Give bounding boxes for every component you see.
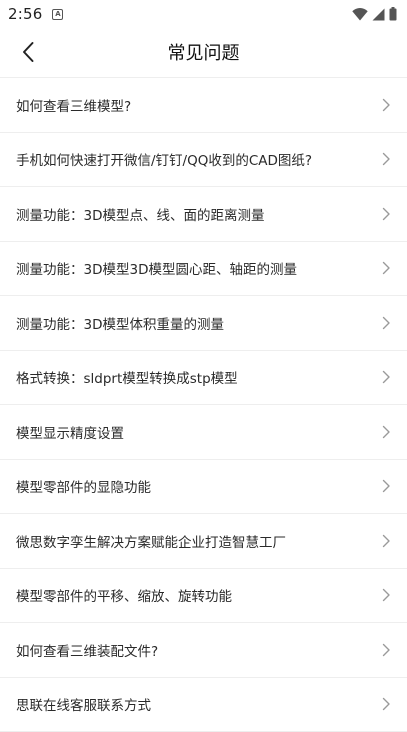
- wifi-icon: [352, 8, 368, 21]
- chevron-right-icon: [381, 643, 391, 657]
- header: 常见问题: [0, 28, 407, 76]
- faq-item-label: 测量功能：3D模型点、线、面的距离测量: [16, 204, 373, 224]
- faq-item[interactable]: 思联在线客服联系方式: [0, 678, 407, 732]
- chevron-right-icon: [381, 370, 391, 384]
- faq-item[interactable]: 格式转换：sldprt模型转换成stp模型: [0, 351, 407, 406]
- faq-item-label: 如何查看三维模型?: [16, 95, 373, 115]
- chevron-right-icon: [381, 425, 391, 439]
- faq-item[interactable]: 如何查看三维模型?: [0, 78, 407, 133]
- signal-icon: [372, 8, 385, 21]
- faq-item-label: 思联在线客服联系方式: [16, 694, 373, 714]
- faq-item[interactable]: 微思数字孪生解决方案赋能企业打造智慧工厂: [0, 514, 407, 569]
- faq-item[interactable]: 模型显示精度设置: [0, 405, 407, 460]
- status-icons: [352, 7, 397, 21]
- faq-item[interactable]: 手机如何快速打开微信/钉钉/QQ收到的CAD图纸?: [0, 133, 407, 188]
- battery-icon: [389, 7, 397, 21]
- faq-item[interactable]: 测量功能：3D模型点、线、面的距离测量: [0, 187, 407, 242]
- chevron-right-icon: [381, 534, 391, 548]
- chevron-right-icon: [381, 98, 391, 112]
- chevron-right-icon: [381, 261, 391, 275]
- faq-item-label: 模型显示精度设置: [16, 422, 373, 442]
- back-button[interactable]: [10, 34, 46, 70]
- chevron-right-icon: [381, 152, 391, 166]
- status-time: 2:56: [8, 5, 42, 23]
- faq-item-label: 手机如何快速打开微信/钉钉/QQ收到的CAD图纸?: [16, 149, 373, 169]
- status-bar: 2:56 A: [0, 0, 407, 28]
- faq-item[interactable]: 如何查看三维装配文件?: [0, 623, 407, 678]
- faq-item[interactable]: 测量功能：3D模型体积重量的测量: [0, 296, 407, 351]
- faq-item-label: 模型零部件的平移、缩放、旋转功能: [16, 585, 373, 605]
- faq-item[interactable]: 模型零部件的平移、缩放、旋转功能: [0, 569, 407, 624]
- faq-list: 如何查看三维模型? 手机如何快速打开微信/钉钉/QQ收到的CAD图纸? 测量功能…: [0, 77, 407, 732]
- page-title: 常见问题: [168, 39, 240, 65]
- faq-item[interactable]: 测量功能：3D模型3D模型圆心距、轴距的测量: [0, 242, 407, 297]
- faq-item-label: 测量功能：3D模型体积重量的测量: [16, 313, 373, 333]
- chevron-right-icon: [381, 588, 391, 602]
- chevron-right-icon: [381, 697, 391, 711]
- faq-item[interactable]: 模型零部件的显隐功能: [0, 460, 407, 515]
- notification-icon: A: [52, 9, 63, 20]
- chevron-right-icon: [381, 316, 391, 330]
- faq-item-label: 格式转换：sldprt模型转换成stp模型: [16, 367, 373, 387]
- faq-item-label: 如何查看三维装配文件?: [16, 640, 373, 660]
- faq-item-label: 微思数字孪生解决方案赋能企业打造智慧工厂: [16, 531, 373, 551]
- chevron-right-icon: [381, 207, 391, 221]
- faq-item-label: 模型零部件的显隐功能: [16, 476, 373, 496]
- chevron-left-icon: [21, 41, 35, 63]
- chevron-right-icon: [381, 479, 391, 493]
- faq-item-label: 测量功能：3D模型3D模型圆心距、轴距的测量: [16, 258, 373, 278]
